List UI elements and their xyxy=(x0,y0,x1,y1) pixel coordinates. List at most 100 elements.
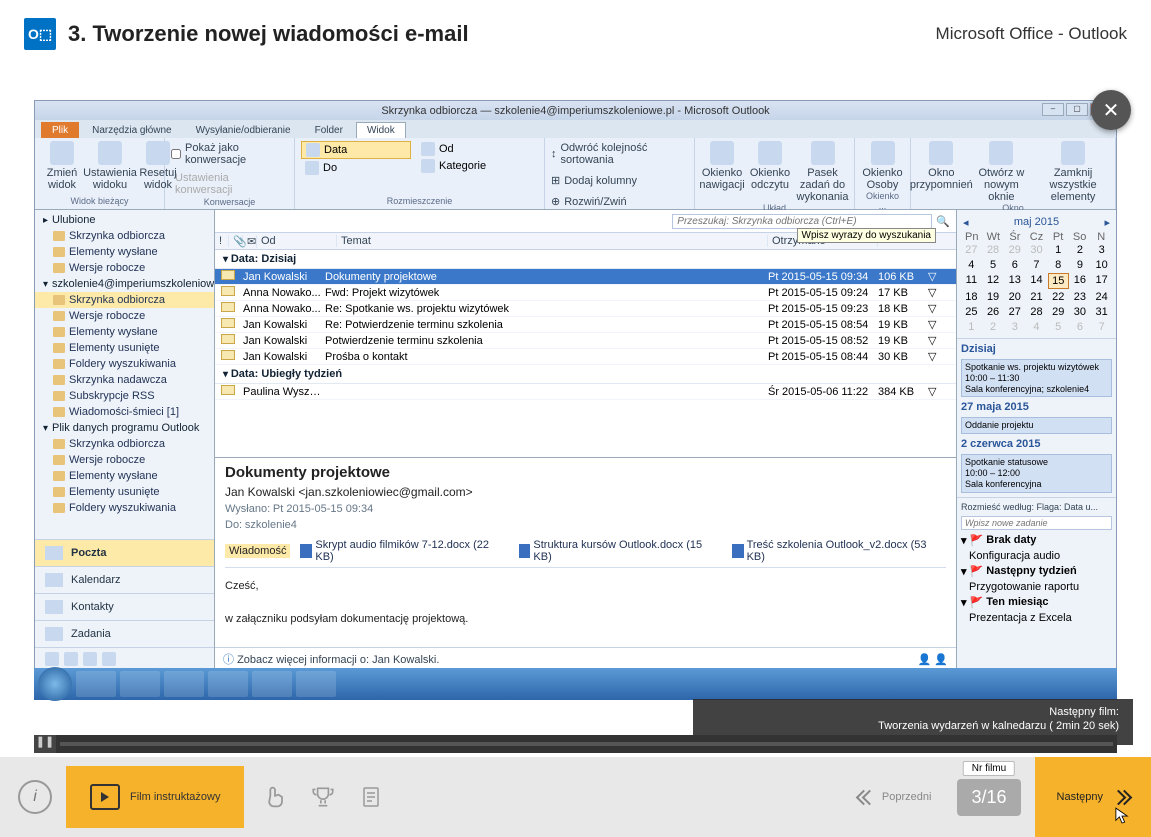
change-view-button[interactable]: Zmień widok xyxy=(41,141,83,191)
maximize-button[interactable]: ▢ xyxy=(1066,103,1088,116)
message-row[interactable]: Jan KowalskiDokumenty projektowe Pt 2015… xyxy=(215,269,956,285)
nav-sent-2[interactable]: Elementy wysłane xyxy=(35,324,214,340)
message-row[interactable]: Paulina Wyszyń... Śr 2015-05-06 11:22384… xyxy=(215,384,956,400)
close-button[interactable]: ✕ xyxy=(1091,90,1131,130)
flag-icon[interactable]: ▽ xyxy=(928,385,956,398)
add-columns-button[interactable]: ⊞ Dodaj kolumny xyxy=(551,173,637,188)
close-all-button[interactable]: Zamknij wszystkie elementy xyxy=(1037,141,1109,203)
tab-file[interactable]: Plik xyxy=(41,122,79,138)
appointment[interactable]: Spotkanie statusowe 10:00 – 12:00 Sala k… xyxy=(961,454,1112,492)
people-pane-bar[interactable]: ⓘ Zobacz więcej informacji o: Jan Kowals… xyxy=(215,647,956,670)
nav-pane-button[interactable]: Okienko nawigacji xyxy=(701,141,743,191)
flag-icon[interactable]: ▽ xyxy=(928,270,956,283)
task-item[interactable]: Konfiguracja audio xyxy=(961,549,1112,563)
task-item[interactable]: Prezentacja z Excela xyxy=(961,611,1112,625)
flag-icon[interactable]: ▽ xyxy=(928,350,956,363)
appointment[interactable]: Spotkanie ws. projektu wizytówek 10:00 –… xyxy=(961,359,1112,397)
reminders-button[interactable]: Okno przypomnień xyxy=(917,141,966,191)
start-button[interactable] xyxy=(38,667,72,701)
tab-home[interactable]: Narzędzia główne xyxy=(81,122,183,138)
task-group[interactable]: ▾ 🚩 Brak daty xyxy=(961,532,1112,549)
trophy-button[interactable] xyxy=(306,780,340,814)
flag-icon[interactable]: ▽ xyxy=(928,334,956,347)
task-item[interactable]: Przygotowanie raportu xyxy=(961,580,1112,594)
nav-tasks-button[interactable]: Zadania xyxy=(35,620,214,647)
attachment[interactable]: Struktura kursów Outlook.docx (15 KB) xyxy=(519,539,722,563)
nav-calendar-button[interactable]: Kalendarz xyxy=(35,566,214,593)
favorites-header[interactable]: ▸ Ulubione xyxy=(35,212,214,228)
nav-mail-button[interactable]: Poczta xyxy=(35,539,214,566)
datafile-header[interactable]: ▾ Plik danych programu Outlook xyxy=(35,420,214,436)
flag-icon[interactable]: ▽ xyxy=(928,286,956,299)
nav-drafts[interactable]: Wersje robocze xyxy=(35,260,214,276)
message-row[interactable]: Anna Nowako...Fwd: Projekt wizytówek Pt … xyxy=(215,285,956,301)
date-navigator[interactable]: ◂maj 2015▸ PnWtŚrCzPtSoN 272829301234567… xyxy=(957,210,1116,338)
taskbar-item[interactable] xyxy=(164,671,204,697)
message-row[interactable]: Jan KowalskiPotwierdzenie terminu szkole… xyxy=(215,333,956,349)
instructional-film-button[interactable]: Film instruktażowy xyxy=(66,766,244,828)
nav-deleted-3[interactable]: Elementy usunięte xyxy=(35,484,214,500)
message-row[interactable]: Jan KowalskiProśba o kontakt Pt 2015-05-… xyxy=(215,349,956,365)
nav-drafts-2[interactable]: Wersje robocze xyxy=(35,308,214,324)
seek-bar[interactable] xyxy=(60,742,1113,746)
next-button[interactable]: Następny xyxy=(1035,757,1151,837)
reading-pane-button[interactable]: Okienko odczytu xyxy=(749,141,791,191)
video-progress[interactable]: ❚❚ xyxy=(34,735,1117,753)
nav-inbox-2[interactable]: Skrzynka odbiorcza xyxy=(35,292,214,308)
prev-month-icon[interactable]: ◂ xyxy=(963,216,969,229)
view-settings-button[interactable]: Ustawienia widoku xyxy=(89,141,131,191)
conversation-settings-button[interactable]: Ustawienia konwersacji xyxy=(171,171,288,197)
nav-inbox-3[interactable]: Skrzynka odbiorcza xyxy=(35,436,214,452)
search-input[interactable] xyxy=(672,214,932,229)
pause-button[interactable]: ❚❚ xyxy=(34,735,56,753)
todo-bar-button[interactable]: Pasek zadań do wykonania xyxy=(797,141,848,203)
nav-rss[interactable]: Subskrypcje RSS xyxy=(35,388,214,404)
message-row[interactable]: Jan KowalskiRe: Potwierdzenie terminu sz… xyxy=(215,317,956,333)
attachment[interactable]: Skrypt audio filmików 7-12.docx (22 KB) xyxy=(300,539,508,563)
group-lastweek[interactable]: ▾ Data: Ubiegły tydzień xyxy=(215,365,956,384)
document-button[interactable] xyxy=(354,780,388,814)
nav-drafts-3[interactable]: Wersje robocze xyxy=(35,452,214,468)
task-group[interactable]: ▾ 🚩 Ten miesiąc xyxy=(961,594,1112,611)
taskbar-item[interactable] xyxy=(208,671,248,697)
arrange-date-button[interactable]: Data xyxy=(301,141,411,159)
taskbar-item[interactable] xyxy=(76,671,116,697)
flag-icon[interactable]: ▽ xyxy=(928,318,956,331)
group-today[interactable]: ▾ Data: Dzisiaj xyxy=(215,250,956,269)
nav-shortcuts[interactable] xyxy=(35,647,214,670)
flag-icon[interactable]: ▽ xyxy=(928,302,956,315)
nav-outbox[interactable]: Skrzynka nadawcza xyxy=(35,372,214,388)
attachment[interactable]: Treść szkolenia Outlook_v2.docx (53 KB) xyxy=(732,539,946,563)
tab-view[interactable]: Widok xyxy=(356,122,406,138)
next-month-icon[interactable]: ▸ xyxy=(1104,216,1110,229)
previous-button[interactable]: Poprzedni xyxy=(846,789,944,805)
info-button[interactable]: i xyxy=(18,780,52,814)
search-icon[interactable]: 🔍 xyxy=(936,215,950,228)
arrange-to-button[interactable]: Do xyxy=(301,160,411,176)
minimize-button[interactable]: – xyxy=(1042,103,1064,116)
tab-folder[interactable]: Folder xyxy=(304,122,354,138)
nav-search-folders[interactable]: Foldery wyszukiwania xyxy=(35,356,214,372)
nav-sent[interactable]: Elementy wysłane xyxy=(35,244,214,260)
expand-collapse-button[interactable]: ⊕ Rozwiń/Zwiń xyxy=(551,194,627,209)
message-tab[interactable]: Wiadomość xyxy=(225,544,290,558)
nav-junk[interactable]: Wiadomości-śmieci [1] xyxy=(35,404,214,420)
new-task-input[interactable] xyxy=(961,516,1112,530)
nav-sent-3[interactable]: Elementy wysłane xyxy=(35,468,214,484)
nav-contacts-button[interactable]: Kontakty xyxy=(35,593,214,620)
taskbar-item[interactable] xyxy=(296,671,336,697)
nav-search-3[interactable]: Foldery wyszukiwania xyxy=(35,500,214,516)
arrange-categories-button[interactable]: Kategorie xyxy=(417,158,527,174)
new-window-button[interactable]: Otwórz w nowym oknie xyxy=(972,141,1032,203)
account-header[interactable]: ▾ szkolenie4@imperiumszkoleniowe xyxy=(35,276,214,292)
interactive-button[interactable] xyxy=(258,780,292,814)
people-pane-button[interactable]: Okienko Osoby xyxy=(861,141,904,191)
message-row[interactable]: Anna Nowako...Re: Spotkanie ws. projektu… xyxy=(215,301,956,317)
arrange-from-button[interactable]: Od xyxy=(417,141,527,157)
tab-sendreceive[interactable]: Wysyłanie/odbieranie xyxy=(185,122,302,138)
appointment[interactable]: Oddanie projektu xyxy=(961,417,1112,434)
show-conversations-checkbox[interactable]: Pokaż jako konwersacje xyxy=(171,141,288,167)
nav-inbox[interactable]: Skrzynka odbiorcza xyxy=(35,228,214,244)
taskbar-item[interactable] xyxy=(120,671,160,697)
taskbar-item[interactable] xyxy=(252,671,292,697)
